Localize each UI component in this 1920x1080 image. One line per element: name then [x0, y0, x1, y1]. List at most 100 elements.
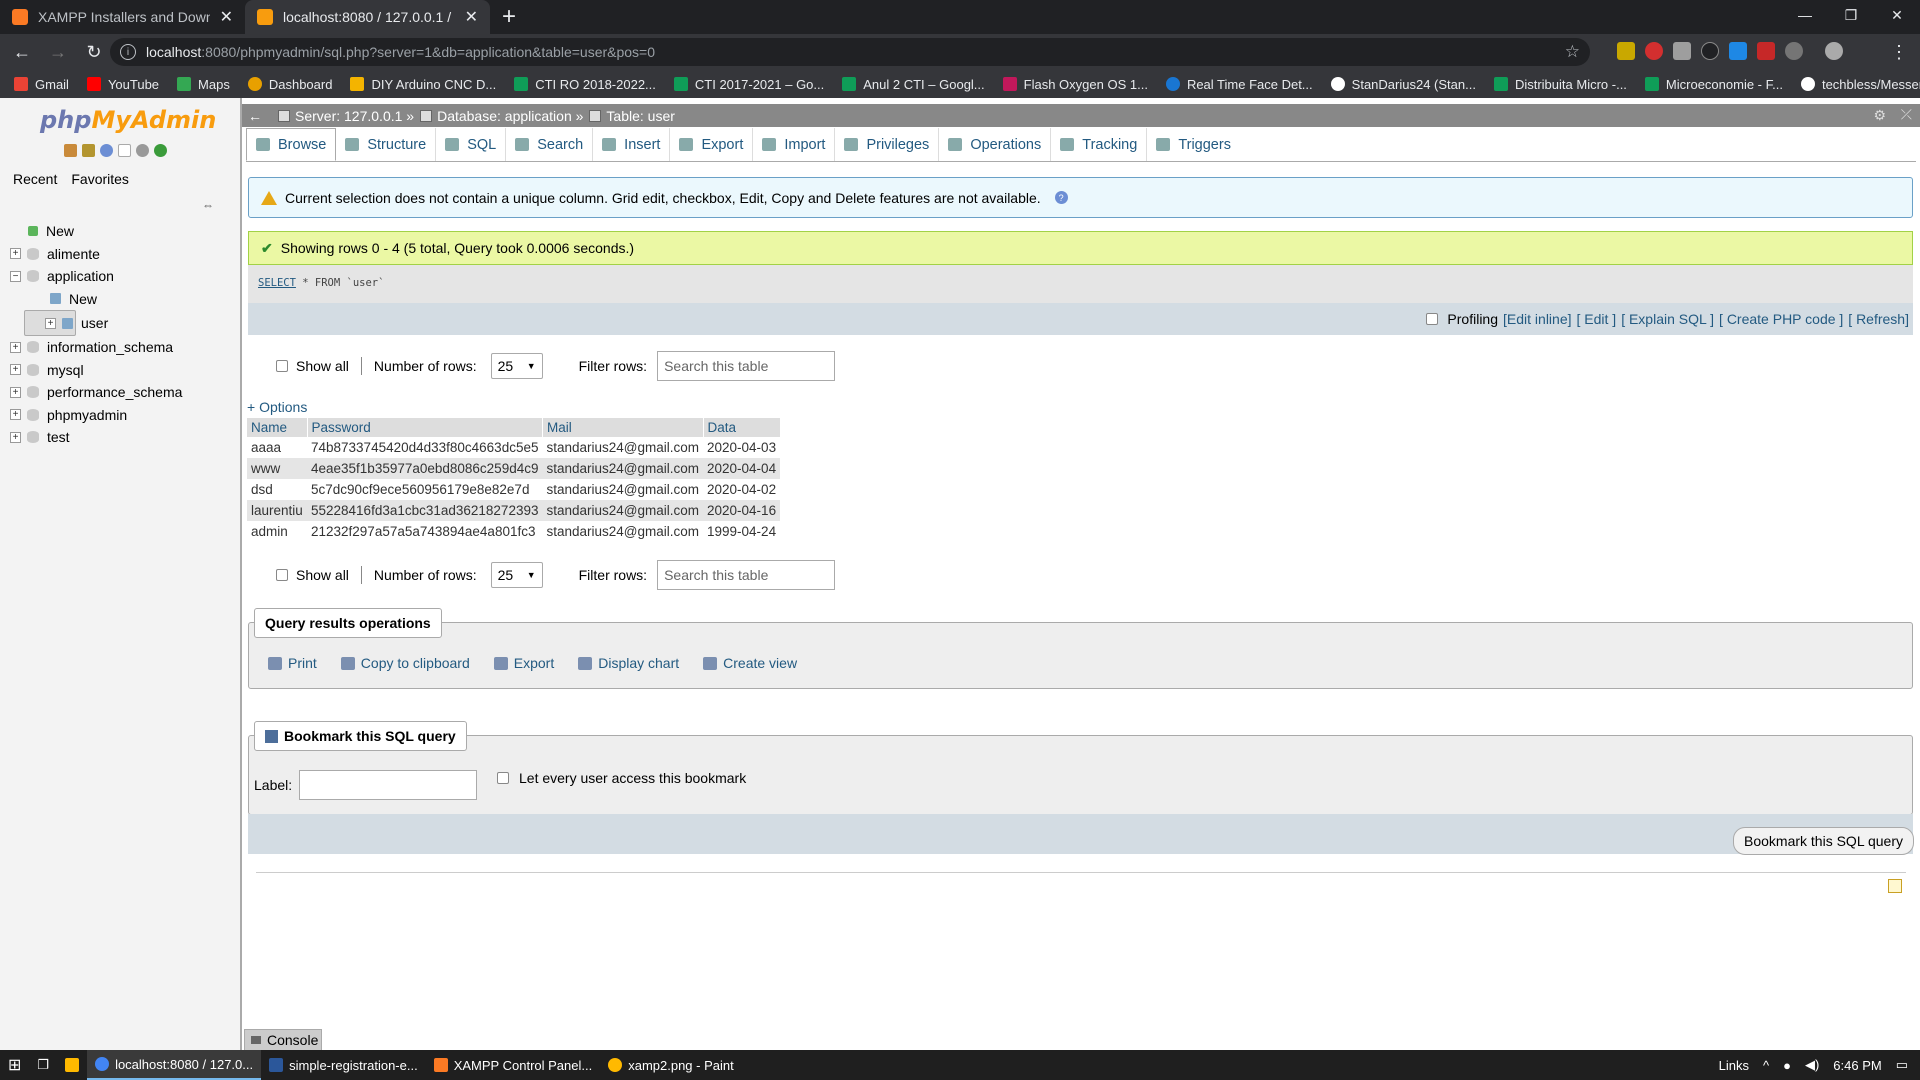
collapse-icon[interactable]: − [10, 270, 21, 282]
bookmark-item[interactable]: Dashboard [247, 77, 332, 92]
expand-icon[interactable]: + [10, 364, 21, 376]
clock[interactable]: 6:46 PM [1833, 1058, 1881, 1073]
tab-triggers[interactable]: Triggers [1147, 128, 1240, 161]
expand-icon[interactable]: + [10, 386, 21, 398]
close-tab-icon[interactable]: ✕ [220, 7, 233, 27]
home-icon[interactable] [64, 144, 77, 157]
microphone-icon[interactable]: ● [1783, 1058, 1791, 1073]
browser-menu-icon[interactable]: ⋮ [1890, 42, 1908, 63]
page-note-icon[interactable] [1888, 879, 1902, 893]
reload-nav-icon[interactable] [154, 144, 167, 157]
tree-node-user[interactable]: + user [24, 310, 108, 336]
close-window-icon[interactable]: ✕ [1874, 0, 1920, 30]
bookmark-item[interactable]: Maps [177, 77, 230, 92]
extension-shield-icon[interactable] [1729, 42, 1747, 60]
tab-privileges[interactable]: Privileges [835, 128, 940, 161]
back-arrow-icon[interactable]: ← [8, 42, 36, 63]
extension-icon[interactable] [1785, 42, 1803, 60]
tree-node-performance-schema[interactable]: + performance_schema [10, 381, 242, 404]
show-all-checkbox[interactable] [276, 360, 288, 372]
minimize-icon[interactable]: — [1782, 0, 1828, 30]
create-php-code-link[interactable]: [ Create PHP code ] [1719, 311, 1843, 327]
page-settings-gear-icon[interactable]: ⚙ [1873, 107, 1886, 124]
close-tab-icon[interactable]: ✕ [465, 7, 478, 27]
bookmark-item[interactable]: Distribuita Micro -... [1493, 77, 1627, 92]
breadcrumb-table[interactable]: Table: user [589, 108, 675, 124]
favorites-tab[interactable]: Favorites [66, 168, 134, 190]
create-view-link[interactable]: Create view [703, 655, 797, 671]
tab-search[interactable]: Search [506, 128, 594, 161]
taskbar-item-xampp[interactable]: XAMPP Control Panel... [426, 1050, 601, 1080]
file-explorer-icon[interactable] [57, 1050, 87, 1080]
extension-icon[interactable] [1673, 42, 1691, 60]
bookmark-item[interactable]: StanDarius24 (Stan... [1330, 77, 1476, 92]
tab-structure[interactable]: Structure [336, 128, 437, 161]
taskbar-item-word[interactable]: simple-registration-e... [261, 1050, 426, 1080]
start-button[interactable]: ⊞ [0, 1050, 29, 1080]
tree-node-alimente[interactable]: + alimente [10, 243, 242, 266]
expand-icon[interactable]: + [10, 341, 21, 353]
copy-to-clipboard-link[interactable]: Copy to clipboard [340, 655, 470, 671]
site-info-icon[interactable]: i [120, 44, 136, 60]
bookmark-label-input[interactable] [299, 770, 477, 800]
bookmark-item[interactable]: Microeconomie - F... [1644, 77, 1783, 92]
profile-avatar-icon[interactable] [1825, 42, 1843, 60]
taskbar-item-chrome[interactable]: localhost:8080 / 127.0... [87, 1050, 262, 1080]
bookmark-item[interactable]: Gmail [14, 77, 69, 92]
column-header-data[interactable]: Data [703, 418, 781, 437]
tab-browse[interactable]: Browse [246, 128, 337, 161]
number-of-rows-select[interactable]: 25 ▼ [490, 562, 543, 588]
refresh-link[interactable]: [ Refresh] [1848, 311, 1909, 327]
bookmark-item[interactable]: Anul 2 CTI – Googl... [842, 77, 985, 92]
column-header-name[interactable]: Name [247, 418, 308, 437]
expand-icon[interactable]: + [10, 409, 21, 421]
column-header-mail[interactable]: Mail [542, 418, 704, 437]
bookmark-item[interactable]: techbless/Messeng... [1800, 77, 1920, 92]
recent-tab[interactable]: Recent [8, 168, 63, 190]
browser-tab[interactable]: XAMPP Installers and Downloads ✕ [0, 0, 245, 34]
bookmark-item[interactable]: YouTube [86, 77, 159, 92]
logout-icon[interactable] [82, 144, 95, 157]
breadcrumb-database[interactable]: Database: application » [420, 108, 583, 124]
export-link[interactable]: Export [493, 655, 554, 671]
forward-arrow-icon[interactable]: → [44, 42, 72, 63]
collapse-top-icon[interactable]: ⤫ [1901, 106, 1912, 123]
show-all-checkbox[interactable] [276, 569, 288, 581]
help-question-icon[interactable]: ? [1054, 191, 1068, 204]
tab-sql[interactable]: SQL [436, 128, 507, 161]
explain-sql-link[interactable]: [ Explain SQL ] [1621, 311, 1714, 327]
tree-node-information-schema[interactable]: + information_schema [10, 336, 242, 359]
bookmark-item[interactable]: Flash Oxygen OS 1... [1002, 77, 1148, 92]
phpmyadmin-logo[interactable]: phpMyAdmin [40, 106, 216, 134]
breadcrumb-server[interactable]: Server: 127.0.0.1 » [278, 108, 414, 124]
browser-tab-active[interactable]: localhost:8080 / 127.0.0.1 / applic ✕ [245, 0, 490, 34]
bookmark-item[interactable]: DIY Arduino CNC D... [350, 77, 496, 92]
docs-icon[interactable] [118, 144, 131, 157]
tree-node-phpmyadmin[interactable]: + phpmyadmin [10, 404, 242, 427]
notifications-icon[interactable]: ▭ [1896, 1057, 1908, 1073]
tab-insert[interactable]: Insert [593, 128, 671, 161]
tree-node-new[interactable]: New [10, 220, 242, 243]
reload-icon[interactable]: ↻ [80, 42, 108, 63]
console-toggle[interactable]: Console [244, 1029, 322, 1051]
filter-rows-input[interactable]: Search this table [657, 560, 836, 590]
help-icon[interactable] [100, 144, 113, 157]
restore-icon[interactable]: ❐ [1828, 0, 1874, 30]
filter-rows-input[interactable]: Search this table [657, 351, 836, 381]
links-toolbar[interactable]: Links [1719, 1058, 1749, 1073]
tab-tracking[interactable]: Tracking [1051, 128, 1148, 161]
link-with-main-icon[interactable]: ⇔ [202, 198, 214, 212]
volume-icon[interactable]: ◀) [1805, 1057, 1819, 1073]
tree-node-test[interactable]: + test [10, 426, 242, 449]
display-chart-link[interactable]: Display chart [578, 655, 679, 671]
settings-gear-icon[interactable] [136, 144, 149, 157]
collapse-nav-arrow-icon[interactable]: ← [248, 108, 262, 124]
edit-inline-link[interactable]: [Edit inline] [1503, 311, 1571, 327]
expand-icon[interactable]: + [45, 317, 56, 329]
sql-keyword[interactable]: SELECT [258, 277, 296, 289]
bookmark-item[interactable]: CTI 2017-2021 – Go... [673, 77, 824, 92]
tab-export[interactable]: Export [670, 128, 754, 161]
every-user-checkbox[interactable] [497, 772, 509, 784]
taskbar-item-paint[interactable]: xamp2.png - Paint [600, 1050, 742, 1080]
extension-icon[interactable] [1757, 42, 1775, 60]
